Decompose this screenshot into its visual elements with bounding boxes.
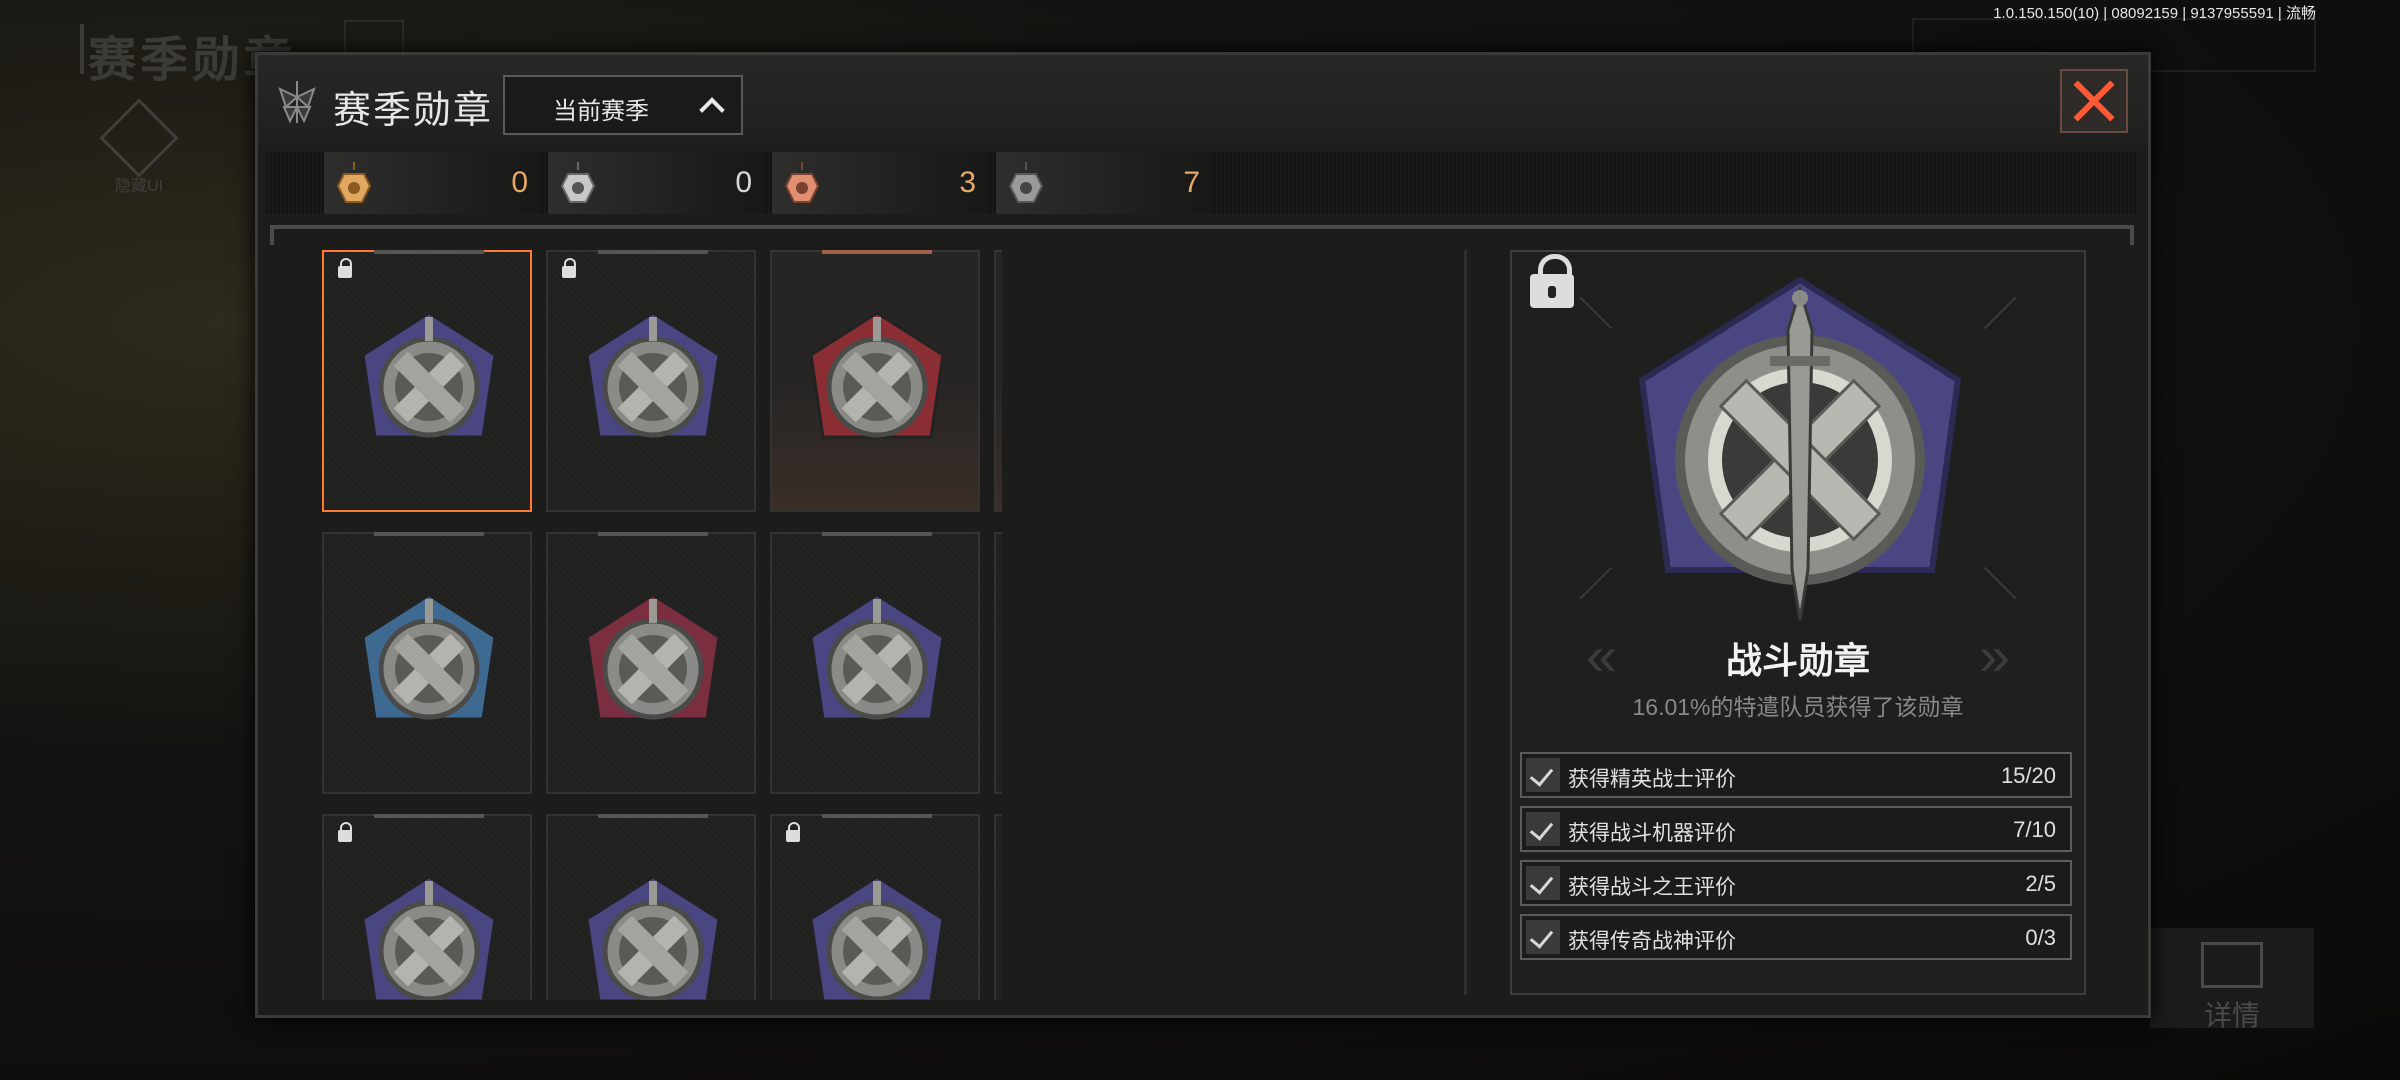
season-select[interactable]: 当前赛季 (503, 75, 743, 135)
requirement-progress: 0/3 (2025, 925, 2056, 950)
silver-medal-icon (560, 162, 596, 203)
medal-card[interactable] (322, 250, 532, 512)
medal-card[interactable] (770, 532, 980, 794)
medal-card[interactable] (546, 532, 756, 794)
check-icon (1526, 866, 1560, 900)
medal-grid (322, 250, 1002, 1000)
medal-icon (361, 875, 497, 1000)
requirement-row: 获得精英战士评价 15/20 (1520, 752, 2072, 798)
hide-ui-label: 隐藏UI (114, 178, 163, 195)
card-top-bar (822, 814, 932, 818)
lock-icon (786, 822, 800, 842)
medal-card[interactable] (770, 814, 980, 1000)
card-top-bar (822, 532, 932, 536)
medal-icon (361, 311, 497, 439)
combat-medal-large-icon (1638, 276, 1962, 621)
medal-icon (361, 593, 497, 721)
silver-medal-count: 0 (548, 152, 766, 214)
requirement-progress: 2/5 (2025, 871, 2056, 896)
check-icon (1526, 920, 1560, 954)
season-select-label: 当前赛季 (553, 98, 649, 125)
requirement-progress: 7/10 (2013, 817, 2056, 842)
bronze-medal-count: 3 (772, 152, 990, 214)
bronze-count-value: 3 (959, 166, 976, 199)
check-icon (1526, 758, 1560, 792)
requirement-text: 获得战斗机器评价 (1568, 822, 1736, 845)
medal-card[interactable] (994, 250, 1002, 512)
requirement-text: 获得传奇战神评价 (1568, 930, 1736, 953)
corner-ornament (1983, 296, 2017, 330)
list-icon (2201, 942, 2263, 988)
medal-count-bar: 0 0 3 7 (266, 152, 2136, 214)
card-top-bar (374, 250, 484, 254)
lock-icon (1530, 254, 1574, 308)
medal-icon (809, 875, 945, 1000)
requirement-progress: 15/20 (2000, 763, 2056, 788)
grey-medal-icon (1008, 162, 1044, 203)
medal-card[interactable] (546, 250, 756, 512)
medal-card[interactable] (994, 532, 1002, 794)
requirement-row: 获得战斗机器评价 7/10 (1520, 806, 2072, 852)
medal-card[interactable] (546, 814, 756, 1000)
requirement-list: 获得精英战士评价 15/20 获得战斗机器评价 7/10 获得战斗之王评价 2/… (1520, 752, 2072, 968)
section-divider (270, 225, 2134, 245)
requirement-text: 获得战斗之王评价 (1568, 876, 1736, 899)
hide-ui-button[interactable]: 隐藏UI (99, 98, 179, 195)
medal-card[interactable] (322, 814, 532, 1000)
panel-title: 赛季勋章 (333, 90, 494, 132)
medal-card[interactable] (994, 814, 1002, 1000)
requirement-text: 获得精英战士评价 (1568, 768, 1736, 791)
card-top-bar (598, 814, 708, 818)
medal-icon (809, 311, 945, 439)
lock-icon (338, 258, 352, 278)
panel-header: 赛季勋章 当前赛季 (258, 55, 2148, 145)
gold-medal-icon (336, 162, 372, 203)
chevron-up-icon (699, 97, 725, 123)
lock-icon (562, 258, 576, 278)
close-button[interactable] (2060, 69, 2128, 133)
medal-name: 战斗勋章 (1725, 640, 1870, 681)
season-medals-panel: 赛季勋章 当前赛季 0 0 3 7 « » 战斗勋章 16.01%的特遣队员获得… (255, 52, 2151, 1018)
grey-medal-count: 7 (996, 152, 1214, 214)
check-icon (1526, 812, 1560, 846)
requirement-row: 获得战斗之王评价 2/5 (1520, 860, 2072, 906)
medal-acquire-rate: 16.01%的特遣队员获得了该勋章 (1632, 694, 1964, 720)
details-button[interactable]: 详情 (2150, 928, 2314, 1031)
card-top-bar (598, 532, 708, 536)
medal-card[interactable] (322, 532, 532, 794)
gold-count-value: 0 (511, 166, 528, 199)
requirement-row: 获得传奇战神评价 0/3 (1520, 914, 2072, 960)
card-top-bar (374, 814, 484, 818)
medal-detail-panel: « » 战斗勋章 16.01%的特遣队员获得了该勋章 获得精英战士评价 15/2… (1510, 250, 2086, 995)
card-top-bar (822, 250, 932, 254)
column-divider (1464, 250, 1467, 995)
eye-icon (99, 98, 179, 178)
corner-ornament (1579, 566, 1613, 600)
corner-ornament (1983, 566, 2017, 600)
wings-emblem-icon (278, 81, 316, 124)
silver-count-value: 0 (735, 166, 752, 199)
medal-icon (585, 311, 721, 439)
card-top-bar (374, 532, 484, 536)
medal-icon (809, 593, 945, 721)
medal-icon (585, 875, 721, 1000)
details-label: 详情 (2203, 1000, 2260, 1031)
version-info: 1.0.150.150(10) | 08092159 | 9137955591 … (1993, 5, 2316, 22)
gold-medal-count: 0 (324, 152, 542, 214)
bronze-medal-icon (784, 162, 820, 203)
medal-card[interactable] (770, 250, 980, 512)
grey-count-value: 7 (1183, 166, 1200, 199)
medal-icon (585, 593, 721, 721)
lock-icon (338, 822, 352, 842)
card-top-bar (598, 250, 708, 254)
corner-ornament (1579, 296, 1613, 330)
